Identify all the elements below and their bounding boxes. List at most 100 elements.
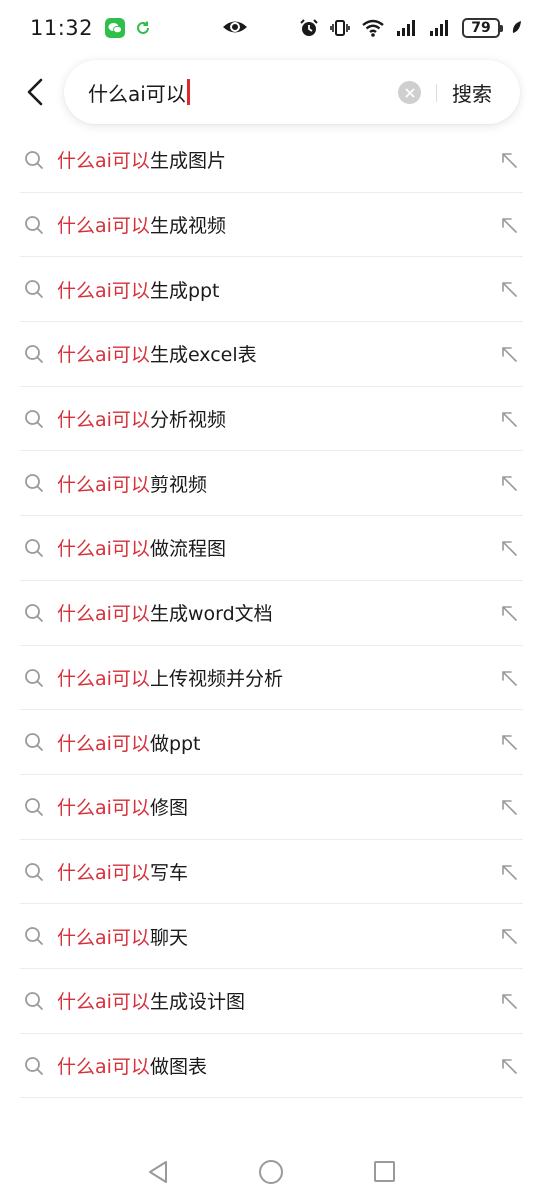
suggestion-item[interactable]: 什么ai可以做图表 bbox=[20, 1034, 523, 1099]
suggestion-label: 什么ai可以做流程图 bbox=[57, 534, 226, 561]
suggestion-item[interactable]: 什么ai可以生成图片 bbox=[20, 128, 523, 193]
arrow-up-left-icon[interactable] bbox=[499, 1056, 519, 1076]
close-icon bbox=[404, 87, 415, 98]
suggestion-label: 什么ai可以修图 bbox=[57, 793, 188, 820]
suggestion-rest: 剪视频 bbox=[149, 473, 207, 496]
suggestion-rest: 做ppt bbox=[149, 732, 201, 755]
suggestion-highlight: 什么ai可以 bbox=[57, 732, 150, 755]
suggestion-rest: 生成视频 bbox=[149, 215, 226, 238]
search-page: 11:32 79 什么ai可以 搜索 什么ai可以生成图片 什么ai可以生成视频… bbox=[0, 0, 543, 1200]
suggestion-label: 什么ai可以生成设计图 bbox=[57, 987, 245, 1014]
search-icon bbox=[25, 992, 43, 1010]
suggestion-highlight: 什么ai可以 bbox=[57, 150, 150, 173]
search-icon bbox=[25, 280, 43, 299]
text-cursor bbox=[186, 79, 190, 105]
suggestion-label: 什么ai可以写车 bbox=[57, 858, 188, 885]
suggestion-label: 什么ai可以做ppt bbox=[57, 729, 201, 756]
arrow-up-left-icon[interactable] bbox=[499, 603, 519, 623]
search-icon bbox=[25, 603, 43, 622]
suggestion-item[interactable]: 什么ai可以生成ppt bbox=[20, 257, 523, 323]
search-query: 什么ai可以 bbox=[88, 81, 186, 106]
arrow-up-left-icon[interactable] bbox=[499, 862, 519, 882]
suggestion-label: 什么ai可以生成ppt bbox=[57, 276, 220, 303]
status-bar: 11:32 79 bbox=[0, 0, 543, 56]
arrow-up-left-icon[interactable] bbox=[499, 409, 519, 429]
vibrate-icon bbox=[330, 20, 350, 36]
suggestion-item[interactable]: 什么ai可以生成word文档 bbox=[20, 581, 523, 646]
wifi-icon bbox=[362, 19, 384, 37]
suggestion-highlight: 什么ai可以 bbox=[57, 344, 150, 367]
arrow-up-left-icon[interactable] bbox=[499, 279, 519, 299]
arrow-up-left-icon[interactable] bbox=[499, 344, 519, 364]
suggestion-label: 什么ai可以剪视频 bbox=[57, 470, 207, 497]
suggestion-label: 什么ai可以生成视频 bbox=[57, 211, 226, 238]
search-button[interactable]: 搜索 bbox=[452, 60, 492, 124]
suggestion-rest: 生成设计图 bbox=[149, 991, 245, 1014]
suggestion-item[interactable]: 什么ai可以分析视频 bbox=[20, 387, 523, 452]
alarm-icon bbox=[300, 19, 318, 36]
arrow-up-left-icon[interactable] bbox=[499, 797, 519, 817]
battery-icon: 79 bbox=[462, 18, 503, 38]
search-icon bbox=[25, 539, 43, 558]
suggestion-label: 什么ai可以生成word文档 bbox=[57, 599, 273, 626]
signal-icon bbox=[397, 20, 415, 36]
arrow-up-left-icon[interactable] bbox=[499, 926, 519, 946]
arrow-up-left-icon[interactable] bbox=[499, 991, 519, 1011]
suggestion-highlight: 什么ai可以 bbox=[57, 473, 150, 496]
divider bbox=[436, 84, 437, 102]
nav-back-icon[interactable] bbox=[147, 1160, 169, 1184]
suggestion-highlight: 什么ai可以 bbox=[57, 409, 150, 432]
suggestion-rest: 修图 bbox=[149, 797, 188, 820]
search-icon bbox=[25, 151, 43, 169]
suggestion-item[interactable]: 什么ai可以做流程图 bbox=[20, 516, 523, 581]
suggestion-rest: 生成图片 bbox=[149, 150, 226, 173]
suggestion-highlight: 什么ai可以 bbox=[57, 215, 150, 238]
status-time: 11:32 bbox=[30, 16, 94, 40]
suggestion-highlight: 什么ai可以 bbox=[57, 603, 150, 626]
suggestion-rest: 生成ppt bbox=[149, 279, 220, 302]
suggestion-item[interactable]: 什么ai可以生成设计图 bbox=[20, 969, 523, 1034]
suggestion-item[interactable]: 什么ai可以修图 bbox=[20, 775, 523, 840]
search-icon bbox=[25, 862, 43, 881]
suggestion-rest: 做流程图 bbox=[149, 538, 226, 561]
search-icon bbox=[25, 409, 43, 428]
suggestion-item[interactable]: 什么ai可以生成视频 bbox=[20, 193, 523, 258]
arrow-up-left-icon[interactable] bbox=[499, 215, 519, 235]
arrow-up-left-icon[interactable] bbox=[499, 538, 519, 558]
suggestion-highlight: 什么ai可以 bbox=[57, 667, 150, 690]
search-icon bbox=[25, 345, 43, 363]
suggestion-label: 什么ai可以分析视频 bbox=[57, 405, 226, 432]
suggestion-item[interactable]: 什么ai可以聊天 bbox=[20, 904, 523, 969]
suggestion-label: 什么ai可以做图表 bbox=[57, 1052, 207, 1079]
suggestion-rest: 写车 bbox=[149, 861, 188, 884]
suggestion-highlight: 什么ai可以 bbox=[57, 861, 150, 884]
battery-level: 79 bbox=[471, 20, 491, 36]
chevron-left-icon bbox=[27, 78, 43, 106]
status-icons: 79 bbox=[299, 18, 523, 38]
search-input[interactable]: 什么ai可以 bbox=[88, 60, 190, 124]
eye-icon bbox=[223, 21, 247, 33]
suggestion-item[interactable]: 什么ai可以写车 bbox=[20, 840, 523, 905]
search-icon bbox=[25, 215, 43, 234]
suggestion-rest: 分析视频 bbox=[149, 409, 226, 432]
arrow-up-left-icon[interactable] bbox=[499, 150, 519, 170]
suggestion-item[interactable]: 什么ai可以做ppt bbox=[20, 710, 523, 775]
suggestion-item[interactable]: 什么ai可以生成excel表 bbox=[20, 322, 523, 387]
signal-icon bbox=[430, 20, 448, 36]
back-button[interactable] bbox=[18, 72, 52, 112]
search-icon bbox=[25, 733, 43, 752]
suggestion-item[interactable]: 什么ai可以剪视频 bbox=[20, 451, 523, 517]
arrow-up-left-icon[interactable] bbox=[499, 473, 519, 493]
suggestion-highlight: 什么ai可以 bbox=[57, 538, 150, 561]
clear-button[interactable] bbox=[398, 81, 421, 104]
search-box[interactable]: 什么ai可以 搜索 bbox=[64, 60, 520, 124]
suggestion-rest: 上传视频并分析 bbox=[149, 667, 283, 690]
nav-recents-icon[interactable] bbox=[374, 1161, 395, 1182]
nav-home-icon[interactable] bbox=[259, 1160, 283, 1184]
search-icon bbox=[25, 474, 43, 493]
suggestion-label: 什么ai可以上传视频并分析 bbox=[57, 664, 283, 691]
arrow-up-left-icon[interactable] bbox=[499, 732, 519, 752]
arrow-up-left-icon[interactable] bbox=[499, 668, 519, 688]
suggestion-item[interactable]: 什么ai可以上传视频并分析 bbox=[20, 646, 523, 711]
suggestion-label: 什么ai可以聊天 bbox=[57, 923, 188, 950]
